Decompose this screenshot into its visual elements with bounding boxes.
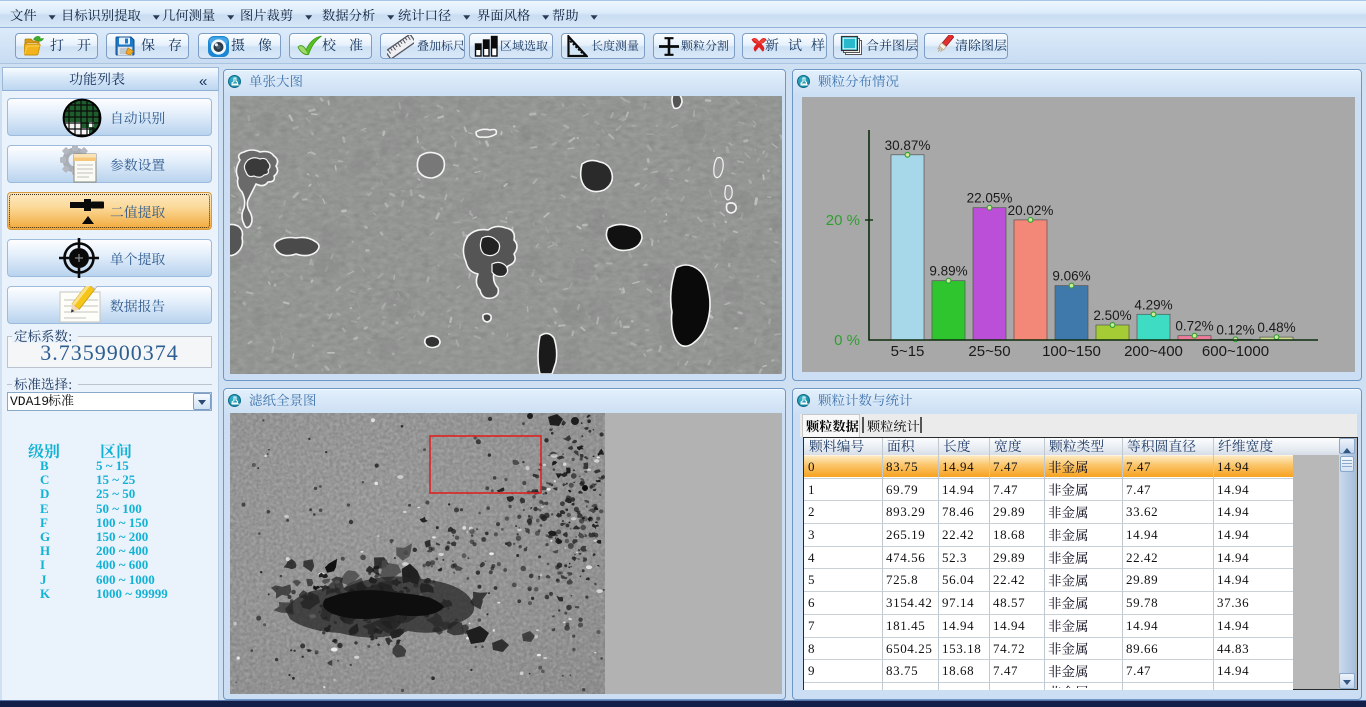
svg-text:200~400: 200~400 [1124,343,1183,360]
svg-text:0.12%: 0.12% [1216,322,1254,337]
svg-text:2.50%: 2.50% [1093,308,1131,323]
svg-text:30.87%: 30.87% [885,138,931,153]
svg-text:0.72%: 0.72% [1175,319,1213,334]
svg-text:20 %: 20 % [826,212,860,229]
svg-text:4.29%: 4.29% [1134,297,1172,312]
svg-text:9.06%: 9.06% [1052,269,1090,284]
svg-text:100~150: 100~150 [1042,343,1101,360]
svg-text:0 %: 0 % [834,332,860,349]
svg-text:600~1000: 600~1000 [1202,343,1269,360]
svg-text:5~15: 5~15 [891,343,925,360]
svg-text:25~50: 25~50 [968,343,1010,360]
svg-text:0.48%: 0.48% [1257,320,1295,335]
svg-text:20.02%: 20.02% [1008,203,1054,218]
svg-text:9.89%: 9.89% [929,264,967,279]
svg-text:22.05%: 22.05% [967,191,1013,206]
